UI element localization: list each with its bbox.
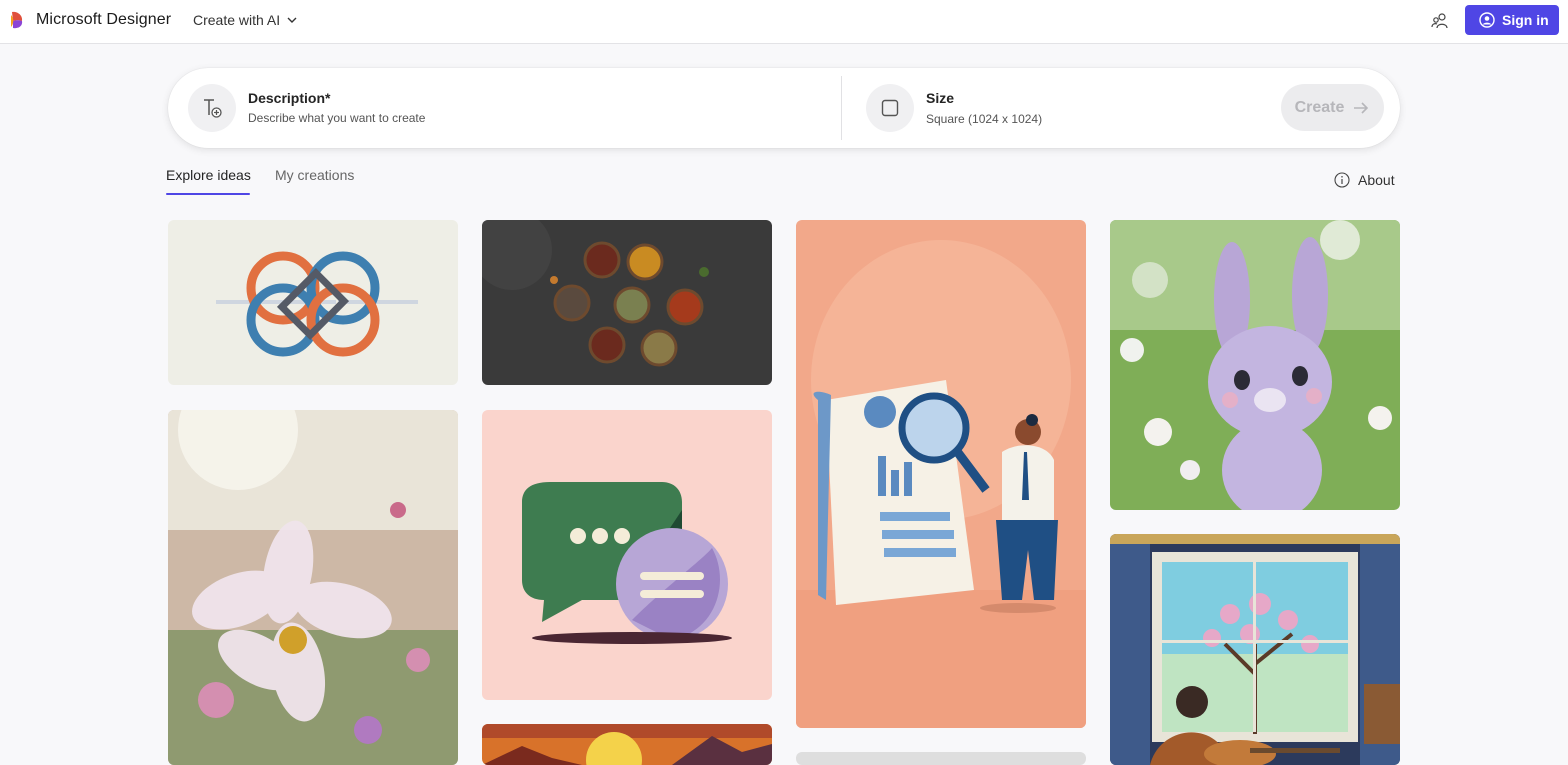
square-icon bbox=[881, 99, 899, 117]
designer-logo-icon[interactable] bbox=[8, 10, 28, 30]
gallery-image-chat-bubbles[interactable] bbox=[482, 410, 772, 700]
size-value[interactable]: Square (1024 x 1024) bbox=[926, 112, 1042, 126]
description-icon-button[interactable] bbox=[188, 84, 236, 132]
gallery-image-bunny[interactable] bbox=[1110, 220, 1400, 510]
gallery-image-sunset-mountains[interactable] bbox=[482, 724, 772, 765]
description-input[interactable] bbox=[248, 111, 828, 125]
create-with-ai-label: Create with AI bbox=[193, 12, 281, 28]
divider bbox=[841, 76, 842, 140]
people-icon[interactable] bbox=[1430, 11, 1450, 31]
chevron-down-icon bbox=[287, 17, 297, 23]
about-label: About bbox=[1358, 172, 1395, 188]
create-button[interactable]: Create bbox=[1281, 84, 1384, 131]
text-add-icon bbox=[204, 99, 222, 118]
arrow-right-icon bbox=[1354, 101, 1369, 114]
info-icon bbox=[1334, 172, 1350, 188]
gallery-image-knot[interactable] bbox=[168, 220, 458, 385]
sign-in-label: Sign in bbox=[1502, 12, 1549, 28]
gallery-image-spices[interactable] bbox=[482, 220, 772, 385]
account-icon bbox=[1479, 12, 1495, 28]
description-label: Description* bbox=[248, 90, 331, 106]
prompt-card: Description* Size Square (1024 x 1024) C… bbox=[168, 68, 1400, 148]
size-icon-button[interactable] bbox=[866, 84, 914, 132]
top-bar: Microsoft Designer Create with AI Sign i… bbox=[0, 0, 1568, 44]
size-label[interactable]: Size bbox=[926, 90, 954, 106]
about-link[interactable]: About bbox=[1334, 172, 1395, 188]
create-with-ai-menu[interactable]: Create with AI bbox=[193, 12, 298, 28]
app-title[interactable]: Microsoft Designer bbox=[36, 11, 171, 29]
create-label: Create bbox=[1294, 98, 1345, 116]
gallery-image-report-analyst[interactable] bbox=[796, 220, 1086, 728]
active-tab-indicator bbox=[166, 193, 250, 195]
tab-explore-ideas[interactable]: Explore ideas bbox=[166, 167, 251, 183]
gallery-image-window-guitarist[interactable] bbox=[1110, 534, 1400, 765]
sign-in-button[interactable]: Sign in bbox=[1465, 5, 1559, 35]
tab-my-creations[interactable]: My creations bbox=[275, 167, 354, 183]
gallery-image-cosmos-flower[interactable] bbox=[168, 410, 458, 765]
gallery-image-partial[interactable] bbox=[796, 752, 1086, 765]
